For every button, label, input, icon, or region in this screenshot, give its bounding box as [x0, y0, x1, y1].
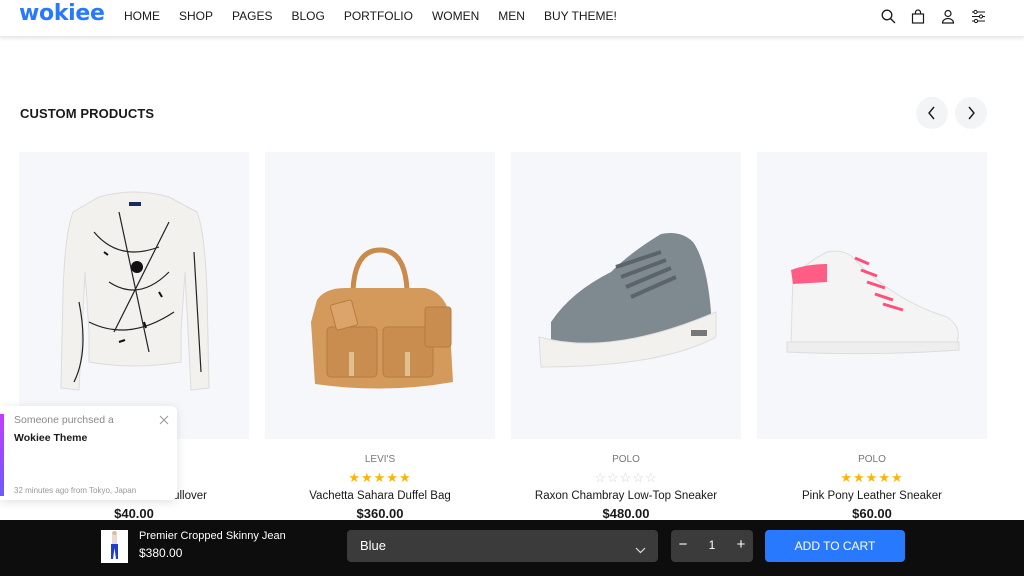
chevron-right-icon	[968, 106, 975, 120]
nav-pages[interactable]: PAGES	[232, 9, 272, 23]
recent-purchase-popup[interactable]: Someone purchsed a Wokiee Theme 32 minut…	[0, 406, 177, 500]
search-icon[interactable]	[880, 7, 896, 25]
carousel-next-button[interactable]	[955, 97, 987, 129]
color-select-value: Blue	[360, 538, 387, 553]
settings-sliders-icon[interactable]	[970, 7, 986, 25]
product-rating: ★★★★★	[757, 470, 987, 486]
product-rating: ☆☆☆☆☆	[511, 470, 741, 486]
product-card[interactable]: LEVI'S ★★★★★ Vachetta Sahara Duffel Bag …	[265, 152, 495, 521]
chevron-left-icon	[928, 106, 935, 120]
star-filled-icon: ★	[348, 470, 362, 485]
product-price: $40.00	[114, 506, 154, 521]
star-empty-icon: ☆	[594, 470, 608, 485]
shopping-bag-icon[interactable]	[910, 7, 926, 25]
nav-men[interactable]: MEN	[498, 9, 525, 23]
nav-blog[interactable]: BLOG	[291, 9, 324, 23]
main-nav: HOME SHOP PAGES BLOG PORTFOLIO WOMEN MEN…	[124, 9, 636, 23]
carousel-prev-button[interactable]	[916, 97, 948, 129]
product-brand[interactable]: POLO	[511, 454, 741, 466]
product-card[interactable]: POLO ★★★★★ Pink Pony Leather Sneaker $60…	[757, 152, 987, 521]
logo[interactable]: wokiee	[19, 1, 105, 26]
close-icon[interactable]	[159, 412, 169, 425]
product-price: $60.00	[852, 506, 892, 521]
product-image-duffel-bag[interactable]	[265, 152, 495, 439]
star-filled-icon: ★	[840, 470, 854, 485]
star-empty-icon: ☆	[607, 470, 620, 485]
star-filled-icon: ★	[878, 470, 891, 485]
popup-product[interactable]: Wokiee Theme	[14, 432, 87, 444]
star-filled-icon: ★	[865, 470, 879, 485]
star-filled-icon: ★	[853, 470, 866, 485]
product-name[interactable]: Vachetta Sahara Duffel Bag	[265, 490, 495, 502]
sticky-add-to-cart-bar: Premier Cropped Skinny Jean $380.00 Blue…	[0, 520, 1024, 576]
nav-shop[interactable]: SHOP	[179, 9, 213, 23]
sticky-product-name: Premier Cropped Skinny Jean	[139, 530, 286, 542]
popup-message: Someone purchsed a	[14, 414, 114, 426]
product-price: $480.00	[602, 506, 650, 521]
popup-accent-bar	[0, 414, 4, 496]
nav-women[interactable]: WOMEN	[432, 9, 479, 23]
quantity-stepper: − 1 +	[671, 530, 753, 562]
product-image-leather-sneaker[interactable]	[757, 152, 987, 439]
product-image-low-top-sneaker[interactable]	[511, 152, 741, 439]
product-price: $360.00	[356, 506, 404, 521]
star-filled-icon: ★	[361, 470, 374, 485]
section-title: CUSTOM PRODUCTS	[20, 106, 155, 121]
nav-portfolio[interactable]: PORTFOLIO	[344, 9, 413, 23]
quantity-increase-button[interactable]: +	[733, 536, 749, 553]
star-filled-icon: ★	[386, 470, 399, 485]
product-name[interactable]: Raxon Chambray Low-Top Sneaker	[511, 490, 741, 502]
product-name[interactable]: Pink Pony Leather Sneaker	[757, 490, 987, 502]
add-to-cart-button[interactable]: ADD TO CART	[765, 530, 905, 562]
product-brand[interactable]: POLO	[757, 454, 987, 466]
user-icon[interactable]	[940, 7, 956, 25]
color-select[interactable]: Blue	[347, 530, 658, 562]
product-card[interactable]: POLO ☆☆☆☆☆ Raxon Chambray Low-Top Sneake…	[511, 152, 741, 521]
star-filled-icon: ★	[373, 470, 387, 485]
quantity-value[interactable]: 1	[704, 538, 720, 552]
product-image-pullover[interactable]	[19, 152, 249, 439]
quantity-decrease-button[interactable]: −	[675, 536, 691, 553]
product-brand[interactable]: LEVI'S	[265, 454, 495, 466]
nav-home[interactable]: HOME	[124, 9, 160, 23]
star-empty-icon: ☆	[619, 470, 633, 485]
site-header: wokiee HOME SHOP PAGES BLOG PORTFOLIO WO…	[0, 0, 1024, 37]
star-empty-icon: ☆	[632, 470, 645, 485]
chevron-down-icon	[635, 541, 646, 559]
product-rating: ★★★★★	[265, 470, 495, 486]
sticky-product-price: $380.00	[139, 546, 183, 560]
star-filled-icon: ★	[398, 470, 412, 485]
nav-buy-theme[interactable]: BUY THEME!	[544, 9, 617, 23]
star-filled-icon: ★	[890, 470, 904, 485]
sticky-product-thumbnail	[101, 530, 128, 563]
popup-time-location: 32 minutes ago from Tokyo, Japan	[14, 486, 137, 495]
header-icons	[880, 7, 986, 25]
star-empty-icon: ☆	[644, 470, 658, 485]
